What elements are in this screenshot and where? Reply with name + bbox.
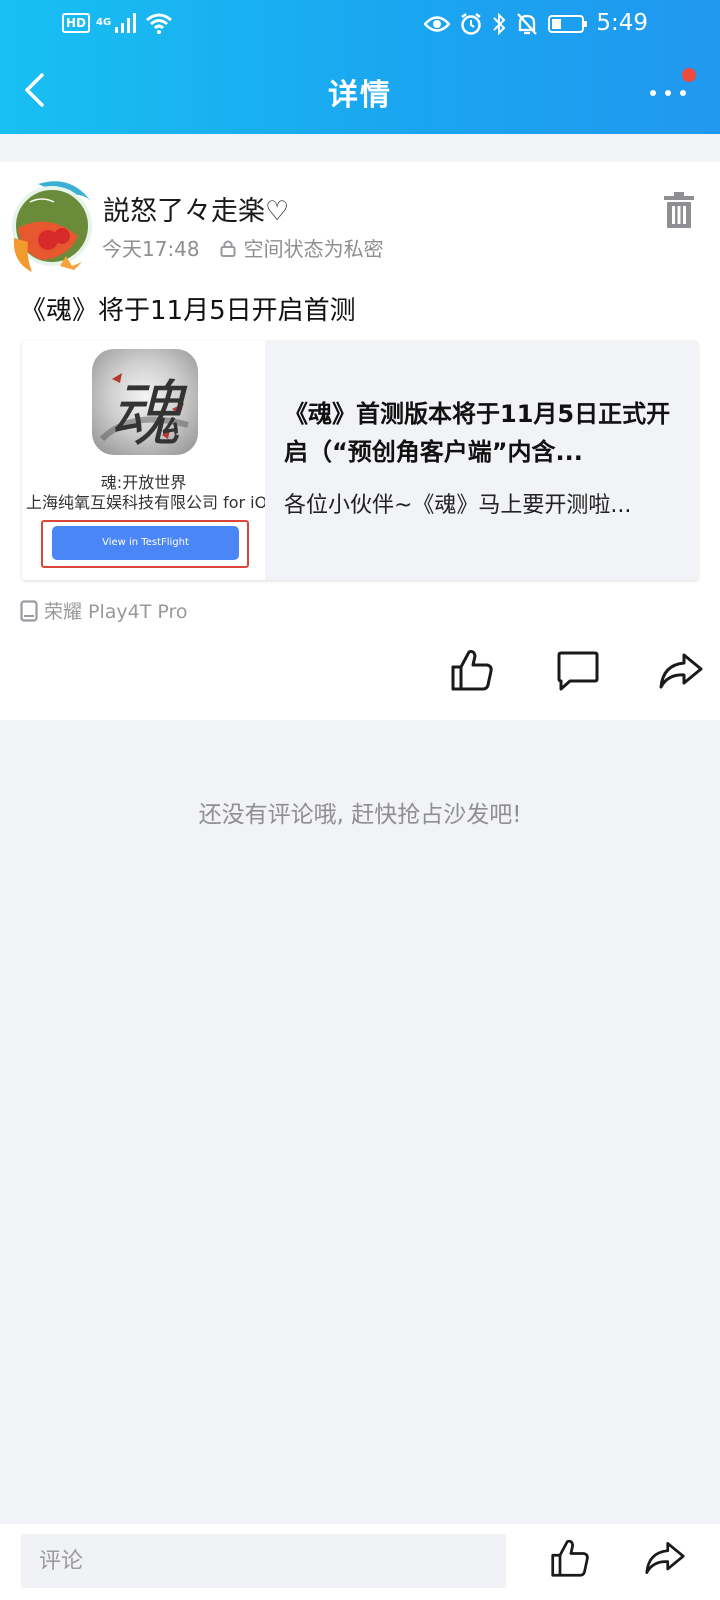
link-description: 各位小伙伴~《魂》马上要开测啦... [284,493,632,518]
empty-comments-text: 还没有评论哦, 赶快抢占沙发吧! [198,802,522,828]
network-type: 4G [96,17,112,28]
comment-icon [557,651,599,691]
status-bar: HD 4G 5:49 [0,0,720,52]
top-header: HD 4G 5:49 详情 [0,0,720,134]
like-button[interactable] [450,648,498,696]
privacy-status: 空间状态为私密 [243,237,384,261]
wifi-icon [146,13,173,34]
thumb-company: 上海纯氧互娱科技有限公司 for iOS [26,493,265,512]
bluetooth-icon [493,12,506,36]
app-icon-glyph: 魂 [108,372,181,455]
title-bar: 详情 [0,60,720,122]
bottom-bar [0,1524,720,1600]
page-title: 详情 [328,78,392,113]
phone-icon [20,599,38,622]
bottom-share-button[interactable] [644,1540,692,1588]
hd-badge: HD [62,13,91,33]
signal-icon [115,13,137,33]
notification-dot [682,68,696,82]
alarm-icon [461,13,481,35]
share-icon [645,1542,685,1574]
device-label: 荣耀 Play4T Pro [20,597,188,624]
post-time: 今天17:48 [102,237,200,261]
device-name: 荣耀 Play4T Pro [44,601,188,623]
more-button[interactable] [638,66,698,114]
eye-icon [424,16,450,32]
clock: 5:49 [596,10,648,36]
status-right [424,12,588,36]
post-text: 《魂》将于11月5日开启首测 [20,296,356,326]
mute-bell-icon [517,13,537,35]
share-icon [659,653,703,689]
battery-icon [548,15,587,33]
post-meta: 今天17:48 空间状态为私密 [102,233,384,262]
author-name[interactable]: 説怒了々走楽♡ [103,189,289,228]
testflight-button: View in TestFlight [52,526,239,560]
more-icon [650,90,686,96]
link-preview-card[interactable]: 魂 魂:开放世界 上海纯氧互娱科技有限公司 for iOS View in Te… [22,341,698,580]
avatar[interactable] [8,178,96,274]
link-thumbnail: 魂 魂:开放世界 上海纯氧互娱科技有限公司 for iOS View in Te… [22,341,265,580]
status-left: HD 4G [62,12,173,34]
bottom-like-button[interactable] [550,1537,598,1585]
delete-icon [664,192,694,228]
comment-button[interactable] [556,650,604,698]
like-icon [451,650,493,691]
share-button[interactable] [658,652,706,700]
app-icon: 魂 [92,349,198,455]
delete-button[interactable] [664,192,694,228]
comment-input[interactable] [21,1534,506,1588]
lock-icon [220,240,236,257]
like-icon [551,1539,589,1577]
link-title: 《魂》首测版本将于11月5日正式开启（“预创角客户端”内含... [284,400,671,466]
